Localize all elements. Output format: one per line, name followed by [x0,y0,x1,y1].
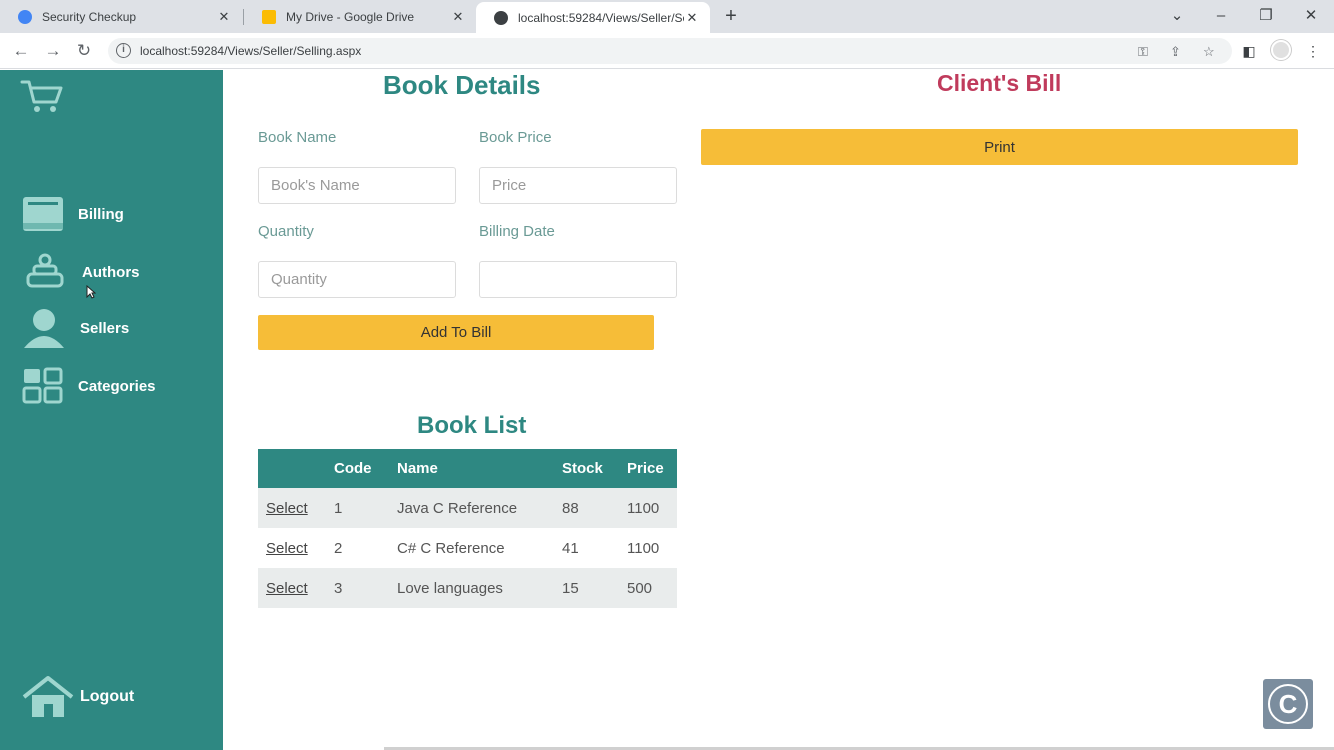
cart-icon[interactable] [20,78,64,114]
watermark-logo: C [1263,679,1313,729]
print-button[interactable]: Print [701,129,1298,165]
book-price-input[interactable] [479,167,677,204]
drive-favicon-icon [262,9,276,24]
forward-icon[interactable]: → [41,39,65,63]
stock-cell: 88 [554,488,619,528]
select-link[interactable]: Select [266,540,308,557]
tab-localhost[interactable]: localhost:59284/Views/Seller/Sel ✕ [476,2,710,33]
main-content: Book Details Client's Bill Book Name Boo… [223,70,1334,750]
price-cell: 500 [619,568,677,608]
key-icon[interactable]: ⚿ [1138,44,1148,60]
bookmark-star-icon[interactable]: ☆ [1203,44,1215,60]
quantity-input[interactable] [258,261,456,298]
sidebar-item-sellers[interactable]: Sellers [20,306,129,350]
select-link[interactable]: Select [266,500,308,517]
back-icon[interactable]: ← [9,39,33,63]
close-window-icon[interactable]: ✕ [1296,4,1326,28]
globe-favicon-icon [494,10,508,25]
column-header-stock: Stock [554,449,619,488]
select-cell: Select [258,488,326,528]
table-row[interactable]: Select 3 Love languages 15 500 [258,568,677,608]
logout-button[interactable]: Logout [20,675,134,719]
authors-icon [26,253,64,288]
logout-label: Logout [80,688,135,705]
column-header-price: Price [619,449,677,488]
reload-icon[interactable]: ↻ [72,39,96,63]
mouse-cursor-icon [86,285,96,299]
code-cell: 3 [326,568,389,608]
table-row[interactable]: Select 1 Java C Reference 88 1100 [258,488,677,528]
sellers-icon [24,309,64,348]
sidebar-item-authors[interactable]: Authors [20,250,140,294]
column-header-action [258,449,326,488]
minimize-icon[interactable]: – [1206,4,1236,28]
book-name-input[interactable] [258,167,456,204]
tab-title: Security Checkup [42,9,137,24]
stock-cell: 15 [554,568,619,608]
book-name-label: Book Name [258,129,337,146]
close-tab-icon[interactable]: ✕ [450,9,466,25]
billing-date-label: Billing Date [479,223,555,240]
new-tab-button[interactable]: + [720,6,742,28]
billing-date-input[interactable] [479,261,677,298]
watermark-letter: C [1268,684,1308,724]
tab-search-icon[interactable]: ⌄ [1162,4,1192,28]
table-header-row: Code Name Stock Price [258,449,677,488]
select-link[interactable]: Select [266,580,308,597]
book-price-label: Book Price [479,129,552,146]
browser-tabstrip: Security Checkup ✕ My Drive - Google Dri… [0,0,1334,33]
share-icon[interactable]: ⇪ [1170,44,1181,60]
menu-kebab-icon[interactable]: ⋮ [1302,40,1324,62]
address-bar[interactable]: i localhost:59284/Views/Seller/Selling.a… [108,38,1232,64]
profile-avatar[interactable] [1270,40,1292,62]
stock-cell: 41 [562,539,579,557]
book-list-table: Code Name Stock Price Select 1 Java C Re… [258,449,677,608]
sidebar-item-billing[interactable]: Billing [20,192,124,236]
sidebar-item-label: Sellers [80,319,130,337]
code-cell: 1 [326,488,389,528]
column-header-name: Name [389,449,554,488]
price-cell: 1100 [619,488,677,528]
table-row[interactable]: Select 2 C# C Reference 41 1100 [258,528,677,568]
name-cell: Java C Reference [389,488,554,528]
restore-icon[interactable]: ❐ [1251,4,1281,28]
name-cell: C# C Reference [397,539,505,557]
sidebar-item-label: Categories [78,377,156,395]
home-icon [22,676,74,717]
column-header-code: Code [326,449,389,488]
site-info-icon[interactable]: i [116,43,131,58]
book-details-title: Book Details [383,70,541,100]
url-text[interactable]: localhost:59284/Views/Seller/Selling.asp… [140,44,361,58]
tab-security-checkup[interactable]: Security Checkup ✕ [0,0,242,33]
tab-google-drive[interactable]: My Drive - Google Drive ✕ [244,0,476,33]
google-favicon-icon [18,9,32,24]
side-panel-icon[interactable]: ◧ [1238,40,1260,62]
tab-title: localhost:59284/Views/Seller/Sel [518,10,684,25]
categories-icon [22,367,63,404]
sidebar-item-label: Authors [82,263,140,281]
select-cell: Select [258,568,326,608]
name-cell: Love languages [389,568,554,608]
select-cell: Select [258,528,326,568]
sidebar: Billing Authors Sellers Categories Logou… [0,70,223,750]
close-tab-icon[interactable]: ✕ [216,9,232,25]
sidebar-item-categories[interactable]: Categories [20,364,156,408]
billing-icon [23,197,63,231]
code-cell: 2 [334,539,343,557]
clients-bill-title: Client's Bill [937,70,1062,96]
add-to-bill-button[interactable]: Add To Bill [258,315,654,350]
book-list-title: Book List [417,412,527,439]
browser-toolbar: ← → ↻ i localhost:59284/Views/Seller/Sel… [0,33,1334,69]
close-tab-icon[interactable]: ✕ [684,10,700,26]
tab-title: My Drive - Google Drive [286,9,415,24]
quantity-label: Quantity [258,223,314,240]
price-cell: 1100 [627,539,660,557]
sidebar-item-label: Billing [78,205,124,223]
